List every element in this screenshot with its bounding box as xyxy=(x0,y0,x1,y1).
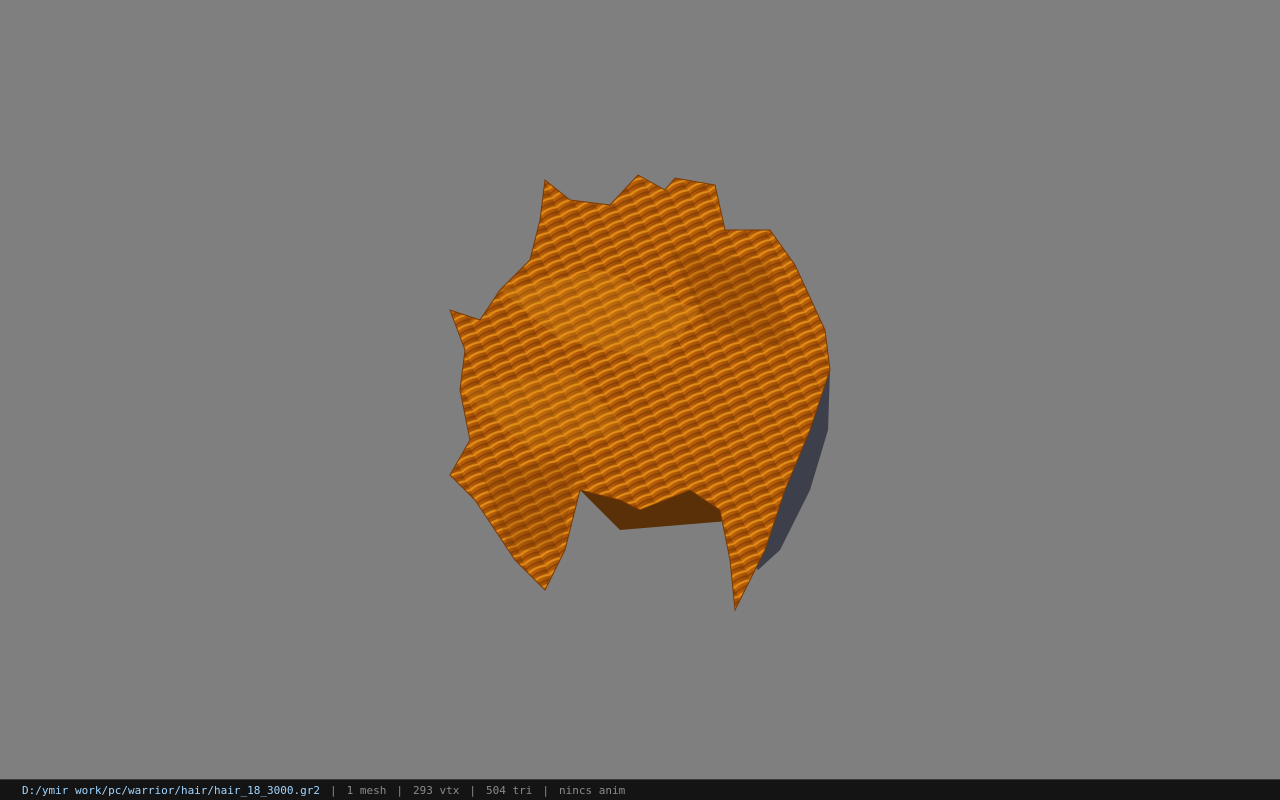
status-bar: D:/ymir work/pc/warrior/hair/hair_18_300… xyxy=(0,779,1280,800)
mesh-count: 1 mesh xyxy=(346,783,387,797)
separator: | xyxy=(469,783,476,797)
3d-viewport[interactable] xyxy=(0,0,1280,779)
separator: | xyxy=(330,783,337,797)
separator: | xyxy=(396,783,404,797)
file-path: D:/ymir work/pc/warrior/hair/hair_18_300… xyxy=(22,783,321,797)
triangle-count: 504 tri xyxy=(486,783,533,797)
animation-status: nincs anim xyxy=(558,783,626,797)
vertex-count: 293 vtx xyxy=(413,783,460,797)
hair-mesh-icon xyxy=(449,174,831,612)
separator: | xyxy=(542,783,549,797)
